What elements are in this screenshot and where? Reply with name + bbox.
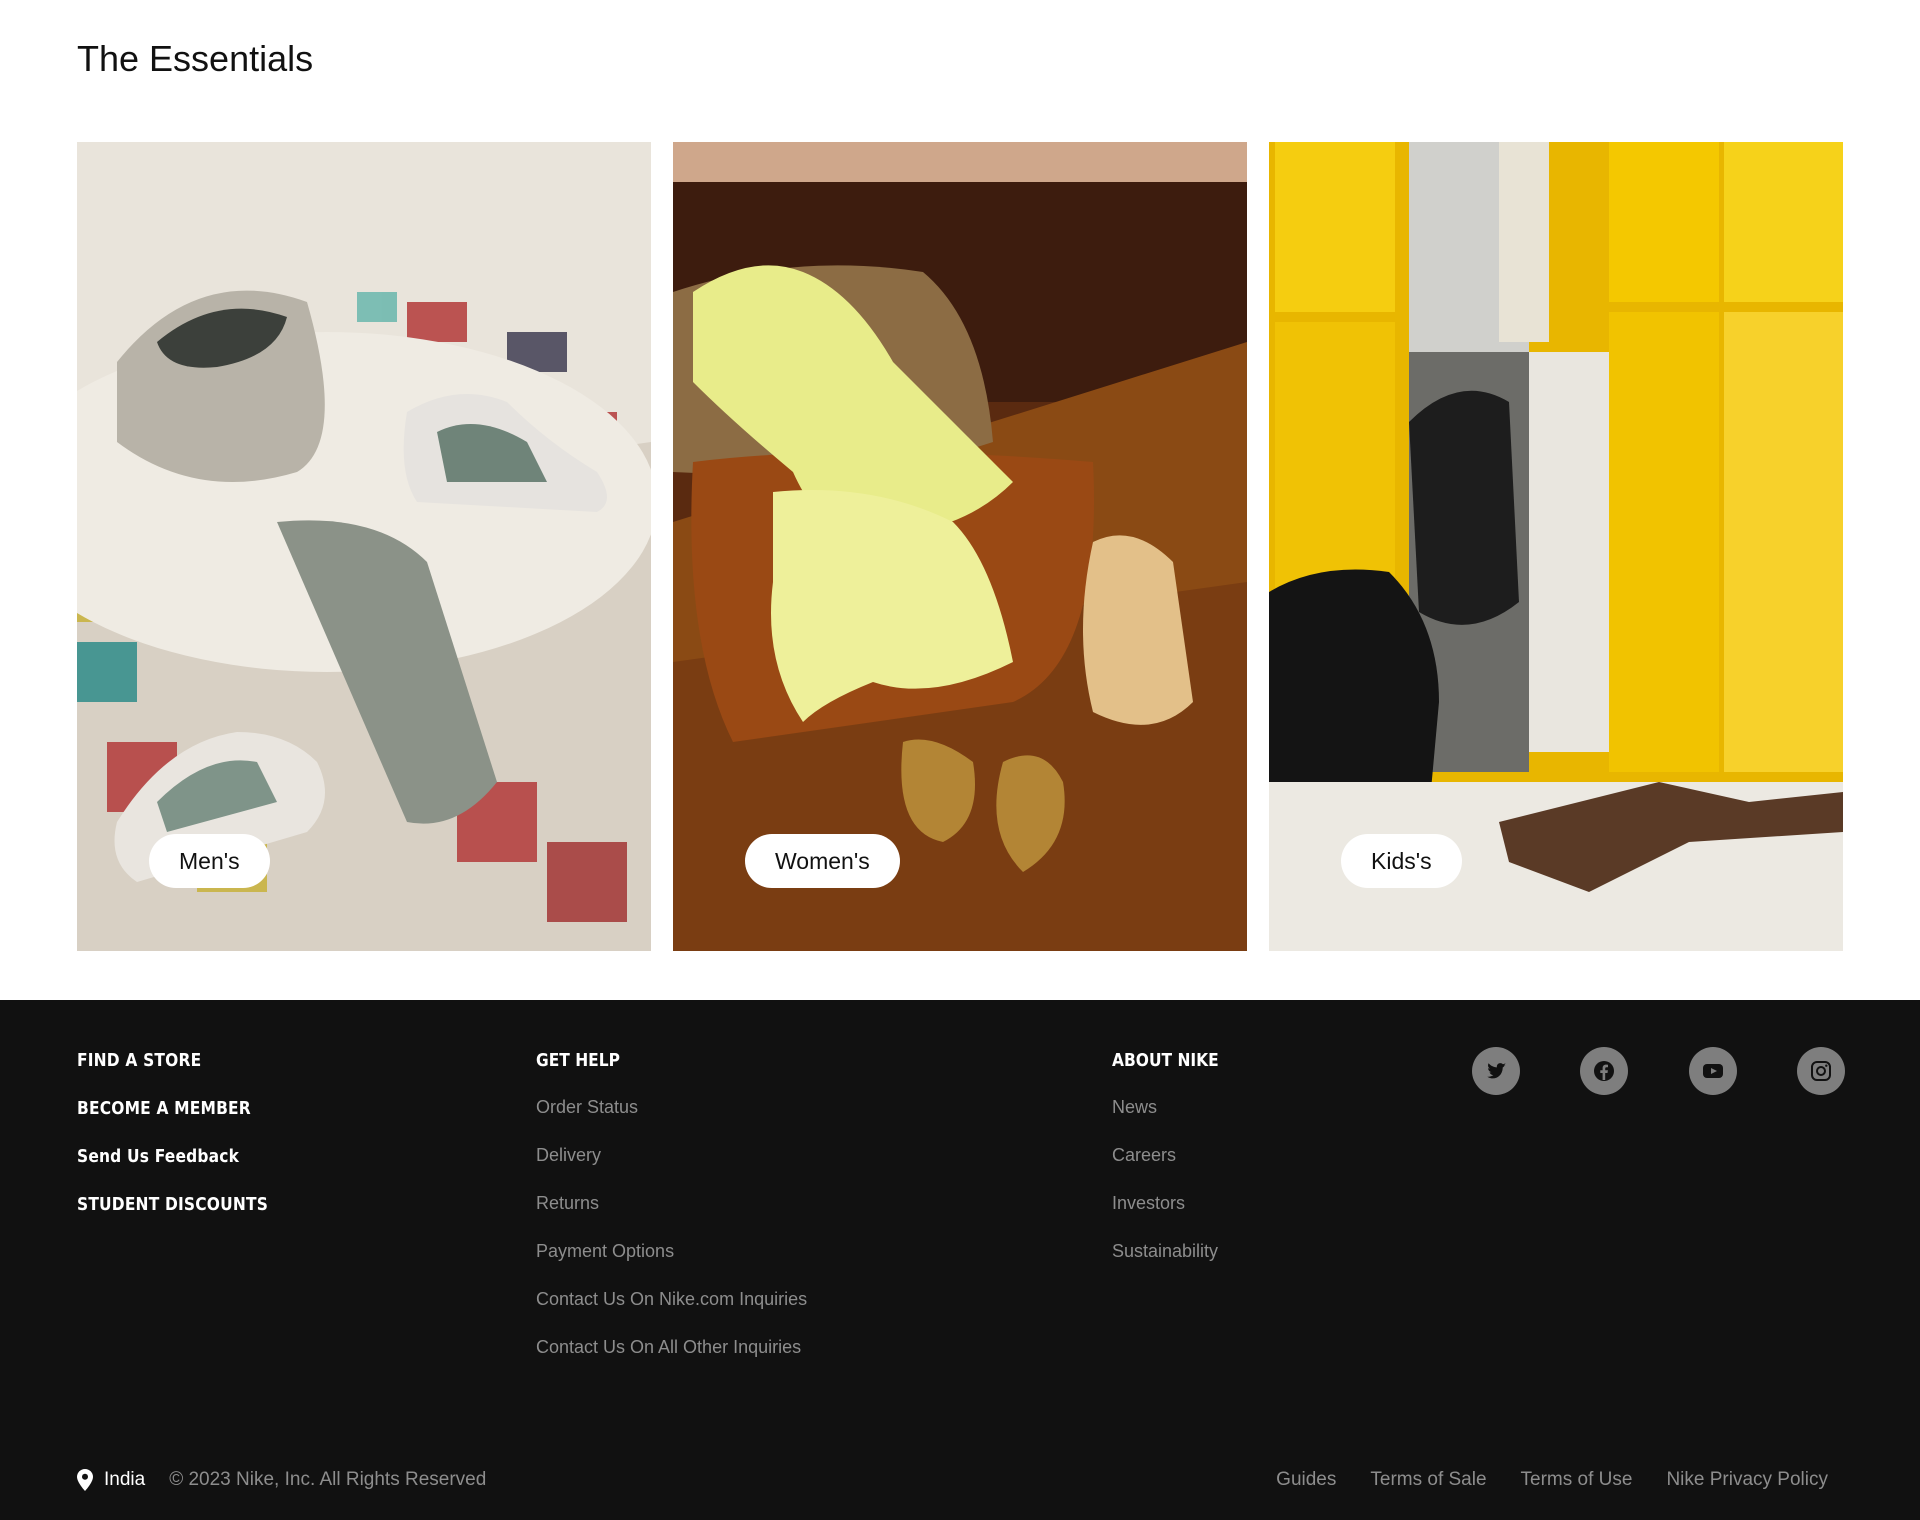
footer-primary-links: FIND A STORE BECOME A MEMBER Send Us Fee… [77,1050,299,1242]
womens-product-image [673,142,1247,951]
site-footer: FIND A STORE BECOME A MEMBER Send Us Fee… [0,1000,1920,1520]
get-help-heading[interactable]: GET HELP [536,1050,769,1072]
card-womens[interactable]: Women's [673,142,1247,951]
find-a-store-link[interactable]: FIND A STORE [77,1050,268,1072]
student-discounts-link[interactable]: STUDENT DISCOUNTS [77,1194,268,1216]
kids-category-button[interactable]: Kids's [1341,834,1462,888]
instagram-icon[interactable] [1797,1047,1845,1095]
guides-link[interactable]: Guides [1276,1469,1336,1491]
footer-about-nike: ABOUT NIKE News Careers Investors Sustai… [1112,1050,1236,1288]
contact-other-link[interactable]: Contact Us On All Other Inquiries [536,1336,807,1358]
send-feedback-link[interactable]: Send Us Feedback [77,1146,268,1168]
returns-link[interactable]: Returns [536,1192,807,1214]
card-mens[interactable]: Men's [77,142,651,951]
footer-legal-links: Guides Terms of Sale Terms of Use Nike P… [1242,1468,1828,1492]
sustainability-link[interactable]: Sustainability [1112,1240,1236,1262]
terms-of-sale-link[interactable]: Terms of Sale [1370,1469,1486,1491]
copyright-text: © 2023 Nike, Inc. All Rights Reserved [169,1469,487,1490]
careers-link[interactable]: Careers [1112,1144,1236,1166]
mens-product-image [77,142,651,951]
kids-product-image [1269,142,1843,951]
location-pin-icon [77,1469,93,1491]
youtube-icon[interactable] [1689,1047,1737,1095]
card-kids[interactable]: Kids's [1269,142,1843,951]
contact-nike-com-link[interactable]: Contact Us On Nike.com Inquiries [536,1288,807,1310]
section-title: The Essentials [77,38,314,79]
footer-bottom-left: India © 2023 Nike, Inc. All Rights Reser… [77,1468,486,1492]
news-link[interactable]: News [1112,1096,1236,1118]
mens-category-button[interactable]: Men's [149,834,270,888]
order-status-link[interactable]: Order Status [536,1096,807,1118]
essentials-section: The Essentials Men's Women's Kids's [0,0,1920,1000]
womens-category-button[interactable]: Women's [745,834,900,888]
footer-get-help: GET HELP Order Status Delivery Returns P… [536,1050,807,1384]
terms-of-use-link[interactable]: Terms of Use [1521,1469,1633,1491]
become-a-member-link[interactable]: BECOME A MEMBER [77,1098,268,1120]
about-nike-heading[interactable]: ABOUT NIKE [1112,1050,1219,1072]
delivery-link[interactable]: Delivery [536,1144,807,1166]
country-selector[interactable]: India [104,1469,145,1491]
twitter-icon[interactable] [1472,1047,1520,1095]
investors-link[interactable]: Investors [1112,1192,1236,1214]
facebook-icon[interactable] [1580,1047,1628,1095]
privacy-policy-link[interactable]: Nike Privacy Policy [1666,1469,1828,1491]
payment-options-link[interactable]: Payment Options [536,1240,807,1262]
